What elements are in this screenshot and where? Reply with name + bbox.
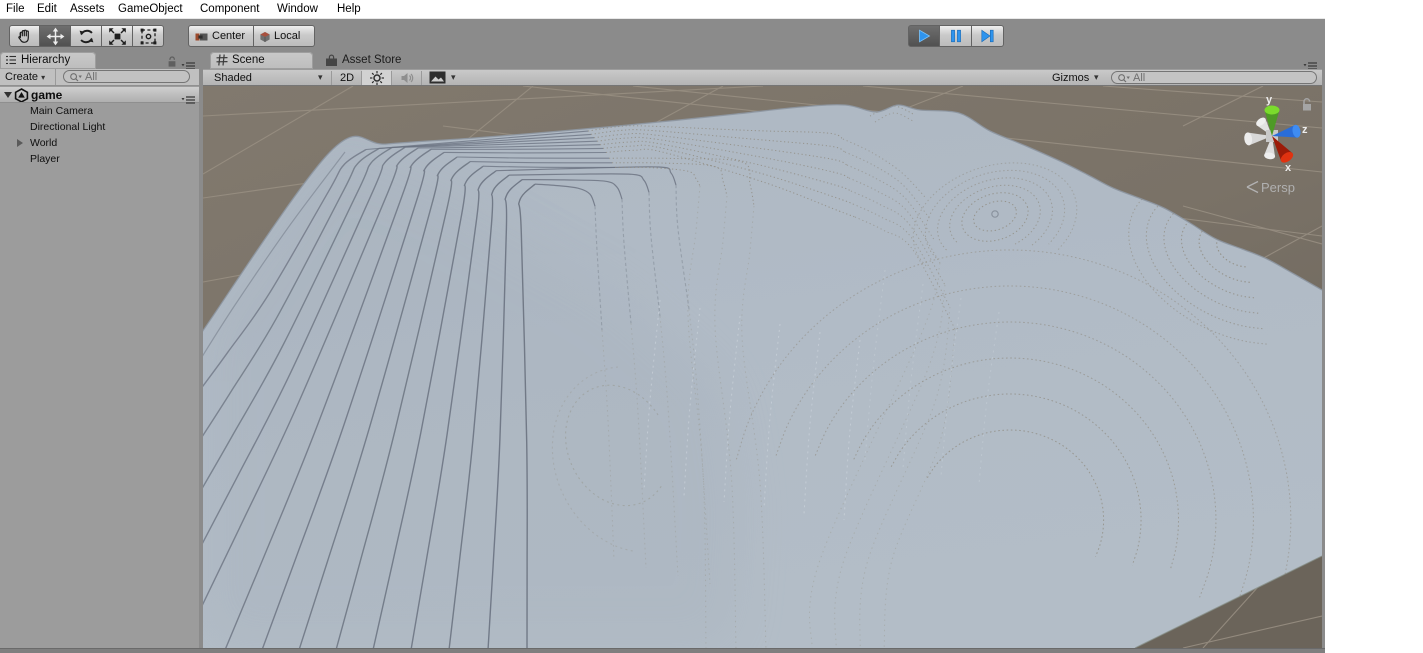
svg-text:Persp: Persp xyxy=(1261,180,1295,195)
svg-text:z: z xyxy=(1302,124,1308,136)
svg-text:y: y xyxy=(1266,94,1273,106)
svg-text:x: x xyxy=(1285,162,1292,174)
